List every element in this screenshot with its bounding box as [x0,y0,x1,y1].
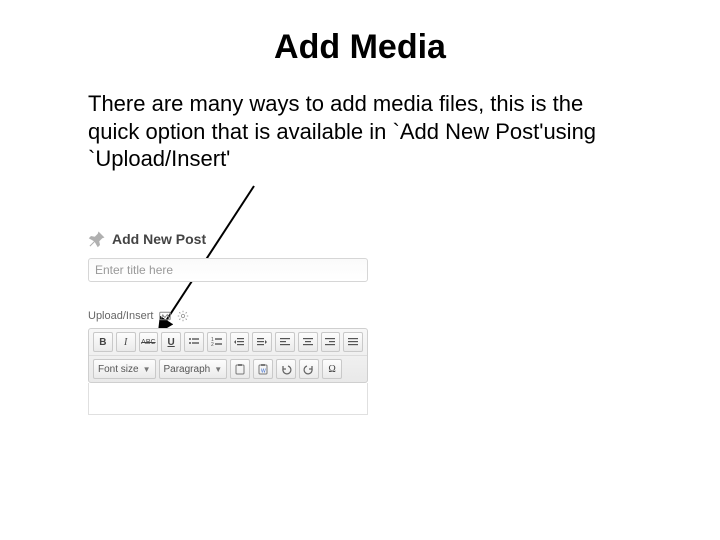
font-size-label: Font size [98,364,139,375]
editor-header-title: Add New Post [112,231,206,247]
indent-button[interactable] [252,332,272,352]
upload-insert-label: Upload/Insert [88,310,153,322]
page-title: Add Media [0,28,720,67]
bold-button[interactable]: B [93,332,113,352]
editor-header: Add New Post [88,230,368,248]
paragraph-label: Paragraph [164,364,211,375]
underline-button[interactable]: U [161,332,181,352]
paste-button[interactable] [230,359,250,379]
paste-word-button[interactable]: W [253,359,273,379]
bullet-list-button[interactable] [184,332,204,352]
paragraph-select[interactable]: Paragraph ▼ [159,359,228,379]
svg-text:2: 2 [211,342,214,348]
italic-button[interactable]: I [116,332,136,352]
numbered-list-button[interactable]: 12 [207,332,227,352]
wordpress-editor-screenshot: Add New Post Enter title here Upload/Ins… [88,230,368,415]
post-title-input[interactable]: Enter title here [88,258,368,282]
special-char-button[interactable]: Ω [322,359,342,379]
gear-icon[interactable] [177,310,189,322]
undo-button[interactable] [276,359,296,379]
editor-content-area[interactable] [88,383,368,415]
align-left-button[interactable] [275,332,295,352]
redo-button[interactable] [299,359,319,379]
toolbar-row-1: B I ABC U 12 [89,329,367,355]
slide: Add Media There are many ways to add med… [0,0,720,540]
align-right-button[interactable] [321,332,341,352]
body-paragraph: There are many ways to add media files, … [88,90,628,173]
toolbar-row-2: Font size ▼ Paragraph ▼ W [89,355,367,382]
font-size-select[interactable]: Font size ▼ [93,359,156,379]
editor-toolbar: B I ABC U 12 [88,328,368,383]
add-media-button[interactable] [159,310,171,322]
align-center-button[interactable] [298,332,318,352]
strikethrough-button[interactable]: ABC [139,332,159,352]
outdent-button[interactable] [230,332,250,352]
align-justify-button[interactable] [343,332,363,352]
pushpin-icon [88,230,106,248]
chevron-down-icon: ▼ [143,365,151,374]
post-title-placeholder: Enter title here [95,263,173,277]
upload-insert-row: Upload/Insert [88,310,368,322]
svg-text:W: W [261,369,266,375]
chevron-down-icon: ▼ [214,365,222,374]
